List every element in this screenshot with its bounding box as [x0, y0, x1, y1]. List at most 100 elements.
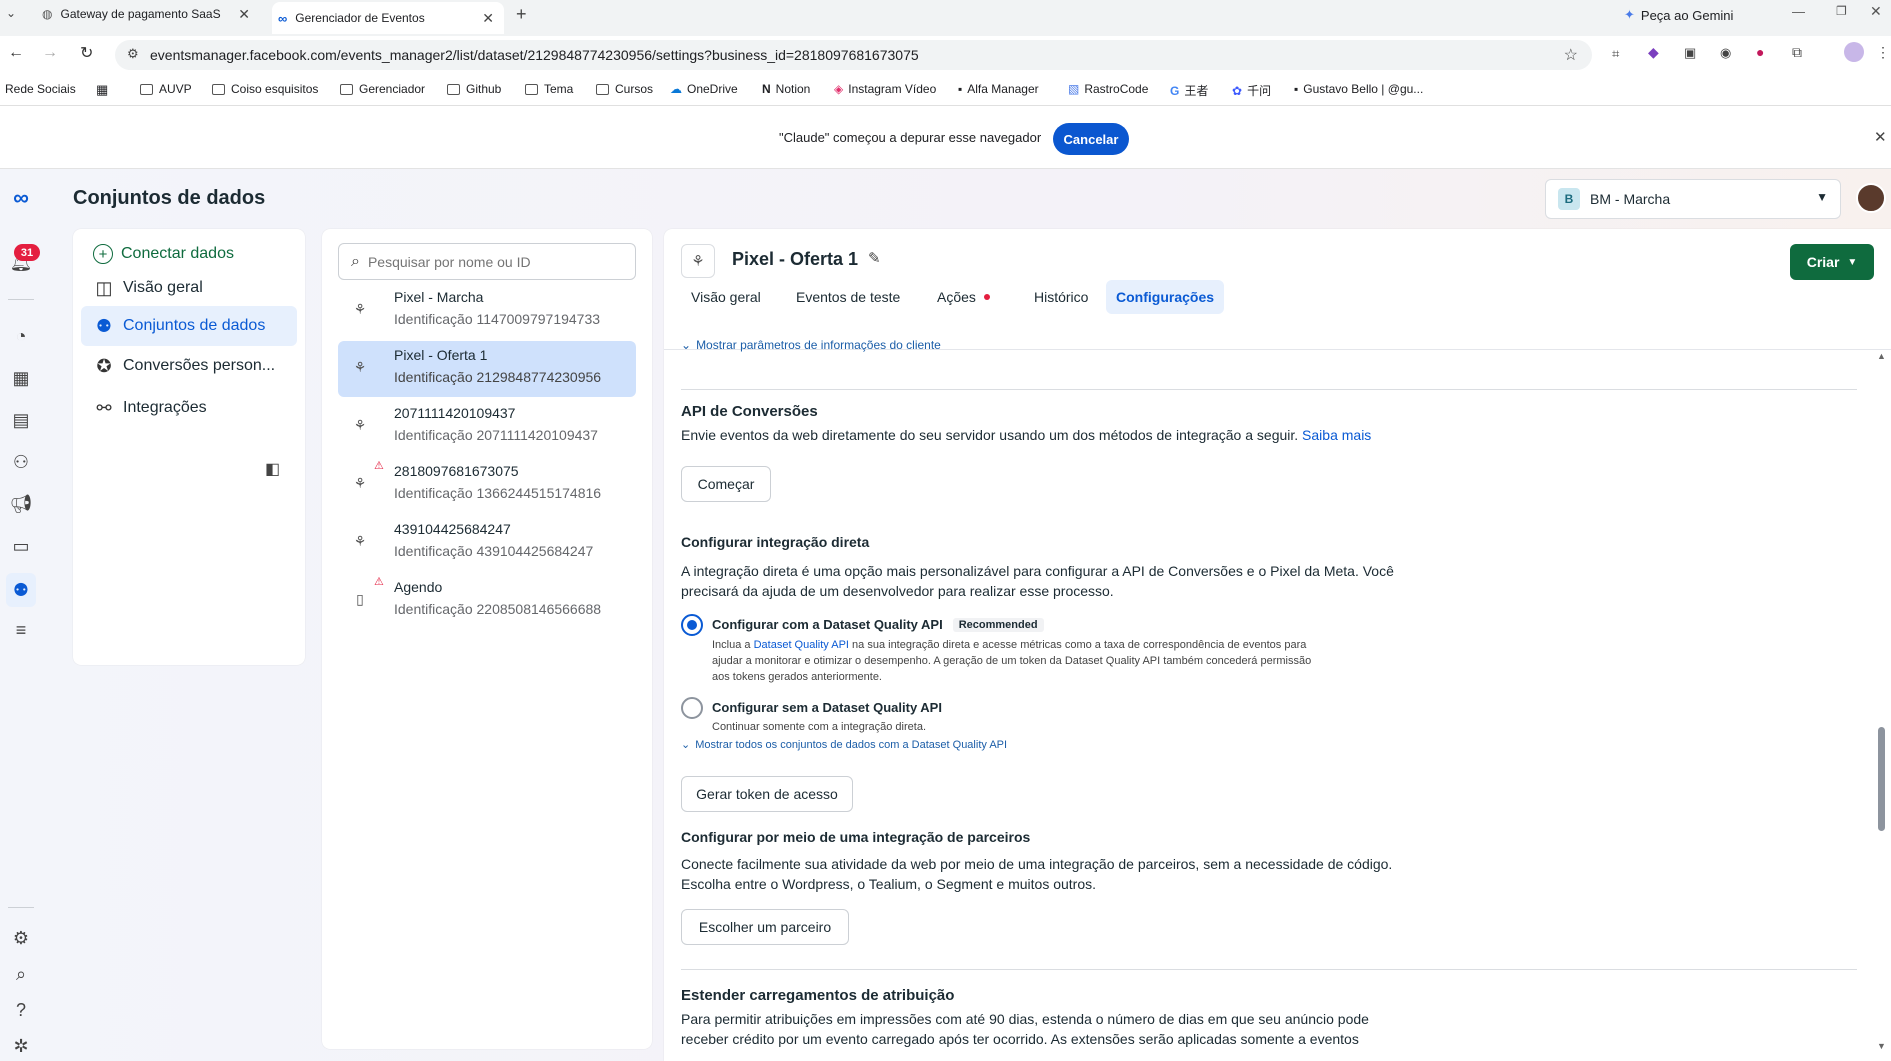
gemini-button[interactable]: ✦ Peça ao Gemini — [1624, 3, 1733, 27]
browser-tab-gateway[interactable]: ◍ Gateway de pagamento SaaS ✕ — [28, 0, 260, 28]
search-input[interactable] — [367, 253, 608, 270]
folder-icon — [212, 83, 225, 95]
tab-overview[interactable]: Visão geral — [681, 280, 771, 314]
apps-grid-icon[interactable]: ▦ — [96, 82, 108, 98]
sidebar-item-connect-data[interactable]: + Conectar dados — [81, 235, 297, 273]
sidebar-item-integrations[interactable]: ⚯ Integrações — [81, 389, 297, 427]
start-button[interactable]: Começar — [681, 466, 771, 502]
bookmark-item[interactable]: G 王者 — [1170, 82, 1208, 99]
meta-logo-icon[interactable]: ∞ — [8, 185, 34, 211]
restore-icon[interactable]: ❐ — [1836, 4, 1847, 18]
bookmark-folder[interactable]: Tema — [525, 82, 573, 96]
menu-kebab-icon[interactable]: ⋮ — [1876, 44, 1890, 61]
bookmark-item[interactable]: Rede Sociais — [5, 82, 76, 96]
bookmark-folder[interactable]: Cursos — [596, 82, 653, 96]
dataset-item[interactable]: ⚘ ⚠ 2818097681673075 Identificação 13662… — [338, 457, 636, 513]
extension-icon-4[interactable]: ● — [1756, 44, 1764, 60]
learn-more-link[interactable]: Saiba mais — [1302, 427, 1371, 443]
help-icon[interactable]: ? — [8, 997, 34, 1023]
minimize-icon[interactable]: — — [1792, 4, 1805, 19]
radio-with-dataset-quality-api[interactable] — [681, 614, 703, 636]
new-tab-icon[interactable]: + — [516, 4, 527, 25]
dashboard-icon[interactable]: ◔ — [8, 323, 34, 349]
bookmark-item[interactable]: ✿ 千问 — [1232, 82, 1271, 99]
extension-icon-1[interactable]: ◆ — [1648, 44, 1659, 61]
dataset-item[interactable]: ▯ ⚠ Agendo Identificação 220850814656668… — [338, 573, 636, 629]
bookmark-item[interactable]: ▧ RastroCode — [1068, 82, 1148, 96]
bookmark-folder[interactable]: AUVP — [140, 82, 192, 96]
tab-history[interactable]: Histórico — [1024, 280, 1098, 314]
dataset-item[interactable]: ⚘ 2071111420109437 Identificação 2071111… — [338, 399, 636, 455]
dataset-item-selected[interactable]: ⚘ Pixel - Oferta 1 Identificação 2129848… — [338, 341, 636, 397]
sidebar-item-datasets[interactable]: ⚉ Conjuntos de dados — [81, 306, 297, 346]
close-tab-icon[interactable]: ✕ — [238, 6, 250, 23]
bookmark-item[interactable]: ▪ Gustavo Bello | @gu... — [1294, 82, 1423, 96]
close-tab-icon[interactable]: ✕ — [482, 10, 494, 27]
extension-icon-2[interactable]: ▣ — [1684, 45, 1696, 61]
show-all-datasets-link[interactable]: ⌄ Mostrar todos os conjuntos de dados com… — [681, 737, 1007, 753]
datasets-list-panel: ⌕ ⚘ Pixel - Marcha Identificação 1147009… — [322, 229, 652, 1049]
create-button[interactable]: Criar ▼ — [1790, 244, 1874, 280]
profile-avatar-icon[interactable] — [1844, 42, 1864, 62]
generate-token-button[interactable]: Gerar token de acesso — [681, 776, 853, 812]
browser-tab-events-manager[interactable]: ∞ Gerenciador de Eventos ✕ — [272, 2, 504, 34]
bookmark-item[interactable]: ▪ Alfa Manager — [958, 82, 1039, 96]
close-window-icon[interactable]: ✕ — [1870, 3, 1882, 20]
dataset-search[interactable]: ⌕ — [338, 243, 636, 280]
choose-partner-button[interactable]: Escolher um parceiro — [681, 909, 849, 945]
search-icon[interactable]: ⌕ — [8, 961, 34, 987]
partner-integration-desc-1: Conecte facilmente sua atividade da web … — [681, 856, 1393, 872]
megaphone-icon[interactable]: 📢︎ — [8, 491, 34, 517]
site-settings-icon[interactable]: ⚙ — [127, 46, 139, 62]
bookmark-item[interactable]: ☁ OneDrive — [670, 82, 738, 96]
bookmark-folder[interactable]: Coiso esquisitos — [212, 82, 318, 96]
tab-actions[interactable]: Ações — [927, 280, 1000, 314]
catalog-icon[interactable]: ▤ — [8, 407, 34, 433]
tab-settings[interactable]: Configurações — [1106, 280, 1225, 314]
billing-card-icon[interactable]: ▭ — [8, 533, 34, 559]
sidebar-item-label: Conversões person... — [123, 357, 276, 374]
dataset-name: 2071111420109437 — [394, 405, 516, 421]
show-customer-params-link[interactable]: ⌄ Mostrar parâmetros de informações do cl… — [681, 337, 941, 353]
nav-divider — [8, 299, 34, 300]
events-manager-icon[interactable]: ⚉ — [6, 573, 36, 607]
tab-list-icon[interactable]: ⌄ — [6, 6, 16, 20]
scroll-up-arrow-icon[interactable]: ▲ — [1877, 351, 1886, 361]
option-with-dq-api-title: Configurar com a Dataset Quality API Rec… — [712, 617, 1044, 632]
edit-pencil-icon[interactable]: ✎ — [868, 249, 881, 267]
radio-without-dataset-quality-api[interactable] — [681, 697, 703, 719]
settings-gear-icon[interactable]: ⚙ — [8, 925, 34, 951]
caret-down-icon: ▼ — [1816, 190, 1828, 204]
close-infobar-icon[interactable]: ✕ — [1874, 128, 1887, 146]
dataset-item[interactable]: ⚘ Pixel - Marcha Identificação 114700979… — [338, 283, 636, 339]
extension-icon-3[interactable]: ◉ — [1720, 45, 1731, 61]
bookmark-star-icon[interactable]: ☆ — [1564, 45, 1578, 65]
scroll-down-arrow-icon[interactable]: ▼ — [1877, 1041, 1886, 1051]
bookmark-item[interactable]: N Notion — [762, 82, 810, 96]
reload-icon[interactable]: ↻ — [80, 43, 93, 63]
sidebar-item-overview[interactable]: ◫ Visão geral — [81, 269, 297, 307]
scrollbar-thumb[interactable] — [1878, 727, 1885, 831]
business-account-selector[interactable]: B BM - Marcha ▼ — [1545, 179, 1841, 219]
bookmark-folder[interactable]: Gerenciador — [340, 82, 425, 96]
audiences-icon[interactable]: ⚇ — [8, 449, 34, 475]
forward-icon[interactable]: → — [42, 44, 58, 62]
sidebar-item-custom-conversions[interactable]: ✪ Conversões person... — [81, 347, 297, 385]
back-icon[interactable]: ← — [8, 44, 24, 62]
bookmark-item[interactable]: ◈ Instagram Vídeo — [834, 82, 936, 96]
bookmark-folder[interactable]: Github — [447, 82, 501, 96]
tab-test-events[interactable]: Eventos de teste — [786, 280, 910, 314]
cancel-debug-button[interactable]: Cancelar — [1053, 123, 1129, 155]
user-avatar[interactable] — [1856, 183, 1886, 213]
option-without-dq-api-title: Configurar sem a Dataset Quality API — [712, 700, 942, 715]
dataset-quality-api-link[interactable]: Dataset Quality API — [754, 639, 849, 651]
extensions-puzzle-icon[interactable]: ⧉ — [1792, 44, 1802, 61]
translate-icon[interactable]: ⌗ — [1612, 46, 1619, 62]
table-icon[interactable]: ▦ — [8, 365, 34, 391]
address-bar[interactable]: ⚙ eventsmanager.facebook.com/events_mana… — [115, 40, 1592, 70]
collapse-panel-icon[interactable]: ◧ — [265, 459, 280, 479]
dataset-item[interactable]: ⚘ 439104425684247 Identificação 43910442… — [338, 515, 636, 571]
all-tools-menu-icon[interactable]: ≡ — [8, 617, 34, 643]
nav-divider — [8, 907, 34, 908]
bug-report-icon[interactable]: ✲ — [8, 1033, 34, 1059]
